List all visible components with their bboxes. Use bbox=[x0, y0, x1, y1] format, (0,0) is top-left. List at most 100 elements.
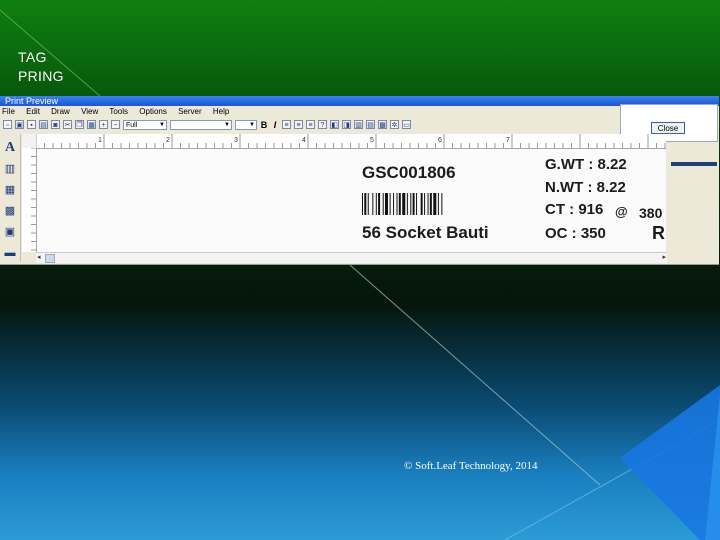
menu-server[interactable]: Server bbox=[178, 107, 202, 116]
menu-edit[interactable]: Edit bbox=[26, 107, 40, 116]
slide-title-line2: PRING bbox=[18, 68, 64, 84]
barcode-bar bbox=[410, 193, 412, 215]
barcode-bar bbox=[402, 193, 406, 215]
barcode[interactable] bbox=[362, 193, 480, 215]
print-preview-window: Print Preview File Edit Draw View Tools … bbox=[0, 96, 719, 265]
barcode-bar bbox=[424, 193, 426, 215]
copy-icon[interactable]: ❐ bbox=[75, 120, 84, 129]
save-icon[interactable]: ▪ bbox=[27, 120, 36, 129]
font-size-select[interactable]: ▼ bbox=[235, 119, 257, 130]
barcode-bar bbox=[389, 193, 391, 215]
text-tool-icon[interactable]: A bbox=[3, 141, 17, 155]
zoom-select-value: Full bbox=[126, 121, 138, 129]
menu-draw[interactable]: Draw bbox=[51, 107, 70, 116]
new-icon[interactable]: ▫ bbox=[3, 120, 12, 129]
zoom-in-icon[interactable]: + bbox=[99, 120, 108, 129]
barcode-bar bbox=[412, 193, 415, 215]
barcode2d-tool-icon[interactable]: ▦ bbox=[3, 183, 17, 197]
bold-button[interactable]: B bbox=[260, 120, 268, 130]
align-right-icon[interactable]: ≡ bbox=[306, 120, 315, 129]
preview-icon[interactable]: ◙ bbox=[51, 120, 60, 129]
right-panel bbox=[667, 148, 719, 262]
close-button[interactable]: Close bbox=[651, 122, 685, 134]
ruler-label: 1 bbox=[98, 137, 102, 144]
scroll-right-icon[interactable]: ▸ bbox=[662, 253, 666, 263]
slide-title-line1: TAG bbox=[18, 49, 47, 65]
barcode-bar bbox=[416, 193, 418, 215]
align-center-icon[interactable]: ≡ bbox=[294, 120, 303, 129]
chevron-down-icon: ▼ bbox=[224, 121, 230, 128]
menu-bar: File Edit Draw View Tools Options Server… bbox=[0, 106, 719, 117]
rate-value[interactable]: 380 bbox=[639, 205, 662, 221]
italic-button[interactable]: I bbox=[271, 120, 279, 130]
layout-icon[interactable]: ◨ bbox=[342, 120, 351, 129]
ruler-label: 3 bbox=[234, 137, 238, 144]
ruler-label: 2 bbox=[166, 137, 170, 144]
ruler-top: 1 2 3 4 5 6 7 bbox=[36, 134, 666, 149]
line-tool-icon[interactable]: ▬ bbox=[3, 246, 17, 260]
decorative-lines bbox=[0, 9, 720, 540]
ruler-label: 5 bbox=[370, 137, 374, 144]
settings-icon[interactable]: ✲ bbox=[390, 120, 399, 129]
chevron-down-icon: ▼ bbox=[249, 121, 255, 128]
item-description[interactable]: 56 Socket Bauti bbox=[362, 223, 489, 243]
align-left-icon[interactable]: ≡ bbox=[282, 120, 291, 129]
barcode-bar bbox=[362, 193, 363, 215]
barcode-bar bbox=[382, 193, 384, 215]
barcode-bar bbox=[393, 193, 395, 215]
barcode-bar bbox=[367, 193, 369, 215]
at-symbol: @ bbox=[615, 204, 628, 219]
zoom-select[interactable]: Full ▼ bbox=[123, 119, 167, 130]
gross-weight[interactable]: G.WT : 8.22 bbox=[545, 156, 627, 173]
chevron-down-icon: ▼ bbox=[159, 121, 165, 128]
scroll-left-icon[interactable]: ◂ bbox=[37, 253, 41, 263]
copyright-footer: © Soft.Leaf Technology, 2014 bbox=[404, 460, 538, 472]
barcode-bar bbox=[427, 193, 429, 215]
window-title: Print Preview bbox=[0, 96, 719, 106]
slide-title: TAG PRING bbox=[18, 48, 64, 86]
panel-block bbox=[671, 162, 717, 166]
menu-tools[interactable]: Tools bbox=[109, 107, 128, 116]
barcode-bar bbox=[398, 193, 401, 215]
paste-icon[interactable]: ▦ bbox=[87, 120, 96, 129]
zoom-out-icon[interactable]: − bbox=[111, 120, 120, 129]
image-tool-icon[interactable]: ▣ bbox=[3, 225, 17, 239]
barcode-bar bbox=[429, 193, 432, 215]
ruler-label: 4 bbox=[302, 137, 306, 144]
menu-options[interactable]: Options bbox=[139, 107, 167, 116]
print-icon[interactable]: ▤ bbox=[39, 120, 48, 129]
cut-icon[interactable]: ✂ bbox=[63, 120, 72, 129]
font-select[interactable]: ▼ bbox=[170, 119, 232, 130]
database-icon[interactable]: ▭ bbox=[402, 120, 411, 129]
item-code[interactable]: GSC001806 bbox=[362, 163, 456, 183]
properties-icon[interactable]: ◧ bbox=[330, 120, 339, 129]
print-label-icon[interactable]: ▤ bbox=[366, 120, 375, 129]
barcode-bar bbox=[364, 193, 367, 215]
menu-help[interactable]: Help bbox=[213, 107, 229, 116]
scroll-thumb[interactable] bbox=[45, 254, 55, 263]
barcode-bar bbox=[437, 193, 439, 215]
net-weight[interactable]: N.WT : 8.22 bbox=[545, 179, 626, 196]
barcode-bar bbox=[396, 193, 398, 215]
side-toolbox: A ▥ ▦ ▩ ▣ ▬ bbox=[0, 134, 21, 262]
help-icon[interactable]: ? bbox=[318, 120, 327, 129]
ruler-label: 6 bbox=[438, 137, 442, 144]
barcode-tool-icon[interactable]: ▥ bbox=[3, 162, 17, 176]
barcode-bar bbox=[441, 193, 443, 215]
export-icon[interactable]: ▩ bbox=[378, 120, 387, 129]
ct-value[interactable]: CT : 916 bbox=[545, 201, 603, 218]
open-icon[interactable]: ▣ bbox=[15, 120, 24, 129]
ruler-left bbox=[22, 148, 37, 252]
barcode-bar bbox=[433, 193, 437, 215]
horizontal-scrollbar[interactable]: ◂ ▸ bbox=[36, 252, 667, 263]
toolbar: ▫ ▣ ▪ ▤ ◙ ✂ ❐ ▦ + − Full ▼ ▼ ▼ B I ≡ ≡ ≡… bbox=[0, 117, 623, 132]
oc-value[interactable]: OC : 350 bbox=[545, 225, 606, 242]
barcode-bar bbox=[378, 193, 381, 215]
trailing-text[interactable]: R bbox=[652, 223, 665, 244]
barcode-bar bbox=[385, 193, 388, 215]
menu-view[interactable]: View bbox=[81, 107, 98, 116]
ruler-label: 7 bbox=[506, 137, 510, 144]
menu-file[interactable]: File bbox=[2, 107, 15, 116]
group-icon[interactable]: ▥ bbox=[354, 120, 363, 129]
qrcode-tool-icon[interactable]: ▩ bbox=[3, 204, 17, 218]
